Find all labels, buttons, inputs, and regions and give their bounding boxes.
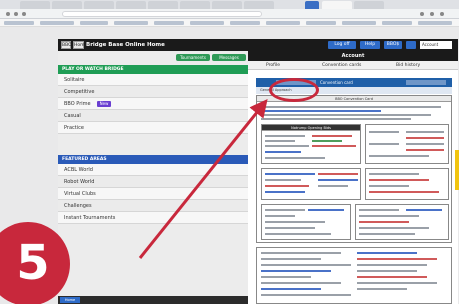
highlight-circle xyxy=(269,78,319,102)
step-number: 5 xyxy=(16,235,50,291)
